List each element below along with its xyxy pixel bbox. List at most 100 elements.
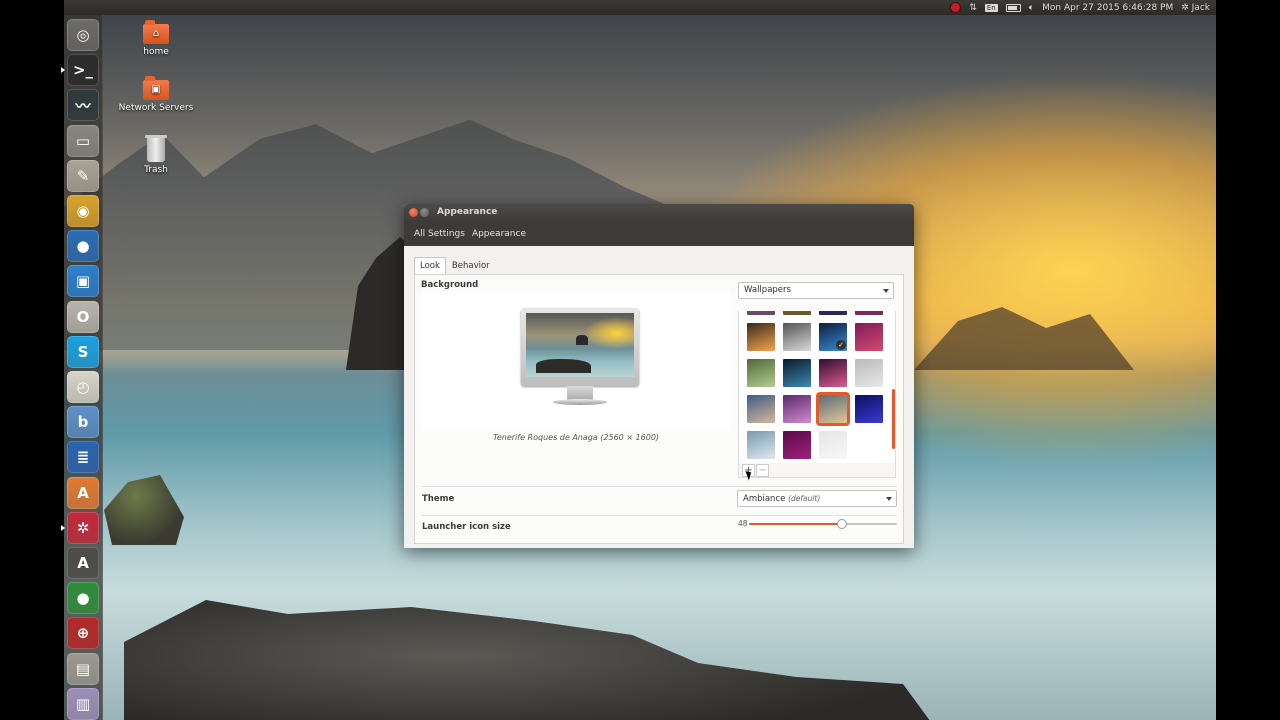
- tab-bar: Look Behavior: [414, 257, 496, 274]
- launcher-files[interactable]: ▭: [67, 124, 99, 157]
- launcher-size-slider[interactable]: [749, 519, 897, 529]
- window-title: Appearance: [437, 207, 498, 217]
- window-content: Look Behavior Background Tenerife Roques…: [404, 246, 914, 548]
- drive-icon: ▤: [75, 659, 91, 678]
- breadcrumb: All Settings Appearance: [404, 222, 914, 246]
- breadcrumb-all-settings[interactable]: All Settings: [412, 226, 467, 242]
- minimize-button[interactable]: [420, 208, 429, 217]
- launcher-globe-app[interactable]: ●: [67, 582, 99, 615]
- b-app-icon: b: [77, 413, 89, 432]
- launcher-drive[interactable]: ▤: [67, 652, 99, 685]
- theme-label: Theme: [422, 494, 455, 504]
- wallpaper-thumbnail[interactable]: ✓: [819, 323, 847, 351]
- wallpaper-thumbnail[interactable]: [819, 311, 847, 315]
- wallpaper-source-select[interactable]: Wallpapers: [738, 282, 894, 299]
- browser-icon: ●: [76, 237, 90, 256]
- wallpaper-thumbnail[interactable]: [855, 311, 883, 315]
- text-editor-icon: ✎: [76, 166, 90, 185]
- launcher-system-monitor[interactable]: 〰: [67, 89, 99, 122]
- trash-icon: [145, 135, 167, 162]
- slider-handle[interactable]: [836, 519, 847, 529]
- home-folder-icon: ⌂: [143, 20, 169, 44]
- launcher-screenshot-tool[interactable]: ⊕: [67, 617, 99, 650]
- wallpaper-thumbnail[interactable]: [855, 359, 883, 387]
- launcher-skype[interactable]: S: [67, 335, 99, 368]
- wallpaper-thumbnail[interactable]: [855, 323, 883, 351]
- launcher: ◎ >_ 〰 ▭ ✎ ◉ ● ▣ O S ◴ b ≣ A ✲ A ● ⊕ ▤ ▥: [61, 15, 103, 720]
- chevron-down-icon: [883, 289, 889, 293]
- wallpaper-foreground-rocks: [124, 600, 944, 720]
- window-titlebar[interactable]: Appearance: [404, 204, 914, 222]
- launcher-remote-desktop[interactable]: ▣: [67, 265, 99, 298]
- theme-default-suffix: (default): [788, 494, 821, 503]
- wallpaper-thumbnail[interactable]: [816, 392, 850, 426]
- wallpaper-thumbnail[interactable]: [783, 431, 811, 459]
- background-label: Background: [421, 280, 479, 290]
- background-preview: [421, 291, 731, 431]
- launcher-terminal[interactable]: >_: [67, 54, 99, 87]
- remote-desktop-icon: ▣: [75, 272, 91, 291]
- screenshot-tool-icon: ⊕: [76, 624, 90, 643]
- wallpaper-mossy-rock: [104, 475, 184, 545]
- wallpaper-thumbnail[interactable]: [783, 395, 811, 423]
- tab-look[interactable]: Look: [414, 257, 446, 274]
- wallpaper-thumbnail[interactable]: [783, 311, 811, 315]
- wallpaper-thumbnail[interactable]: [747, 311, 775, 315]
- terminal-icon: >_: [72, 61, 94, 80]
- launcher-text-editor[interactable]: ✎: [67, 159, 99, 192]
- wallpaper-thumbnail[interactable]: [855, 395, 883, 423]
- launcher-chrome[interactable]: ◉: [67, 195, 99, 227]
- top-panel: ⇅ En 🔈︎ Mon Apr 27 2015 6:46:28 PM ✲ Jac…: [64, 0, 1216, 15]
- wallpaper-far-cliffs: [914, 307, 1134, 370]
- launcher-browser[interactable]: ●: [67, 230, 99, 263]
- document-viewer-icon: ≣: [76, 448, 90, 467]
- breadcrumb-appearance[interactable]: Appearance: [470, 226, 528, 242]
- update-manager-icon: A: [77, 554, 89, 572]
- wallpaper-thumbnail[interactable]: [819, 359, 847, 387]
- desktop-icon-trash[interactable]: Trash: [116, 135, 196, 175]
- keyboard-layout-icon[interactable]: En: [984, 3, 998, 12]
- desktop-icon-network-servers[interactable]: ▣ Network Servers: [116, 76, 196, 113]
- look-panel: Background Tenerife Roques de Anaga (256…: [414, 274, 904, 544]
- wallpaper-thumbnail[interactable]: [747, 395, 775, 423]
- launcher-printer[interactable]: ▥: [67, 687, 99, 720]
- launcher-dash-home[interactable]: ◎: [67, 19, 99, 51]
- wallpaper-thumbnail[interactable]: [783, 323, 811, 351]
- system-settings-icon: ✲: [76, 518, 90, 537]
- opera-icon: O: [76, 307, 90, 326]
- wallpaper-source-value: Wallpapers: [744, 285, 791, 295]
- divider: [421, 515, 897, 516]
- slider-fill: [749, 523, 841, 525]
- wallpaper-thumbnail[interactable]: [819, 431, 847, 459]
- theme-select[interactable]: Ambiance (default): [737, 490, 897, 507]
- remove-wallpaper-button[interactable]: −: [756, 464, 769, 477]
- launcher-clock[interactable]: ◴: [67, 371, 99, 403]
- wallpaper-thumbnail[interactable]: [783, 359, 811, 387]
- desktop-icon-home[interactable]: ⌂ home: [116, 20, 196, 57]
- clock-datetime[interactable]: Mon Apr 27 2015 6:46:28 PM: [1042, 3, 1173, 13]
- launcher-system-settings[interactable]: ✲: [67, 511, 99, 544]
- launcher-size-label: Launcher icon size: [422, 522, 511, 532]
- launcher-software-center[interactable]: A: [67, 476, 99, 509]
- battery-icon[interactable]: [1005, 3, 1021, 12]
- network-folder-icon: ▣: [143, 76, 169, 100]
- theme-value: Ambiance: [743, 494, 786, 504]
- launcher-document-viewer[interactable]: ≣: [67, 441, 99, 474]
- wallpaper-thumbnail[interactable]: [747, 359, 775, 387]
- record-indicator-icon[interactable]: [950, 2, 962, 13]
- chrome-icon: ◉: [76, 202, 90, 220]
- desktop-icon-label: home: [143, 47, 169, 57]
- launcher-b-app[interactable]: b: [67, 406, 99, 439]
- launcher-opera[interactable]: O: [67, 300, 99, 333]
- running-indicator: [61, 67, 65, 74]
- session-menu[interactable]: ✲ Jack: [1181, 3, 1210, 13]
- network-arrows-icon[interactable]: ⇅: [969, 3, 977, 13]
- volume-icon[interactable]: 🔈︎: [1029, 3, 1034, 13]
- tab-behavior[interactable]: Behavior: [446, 257, 496, 274]
- close-button[interactable]: [409, 208, 418, 217]
- wallpaper-thumbnail[interactable]: [747, 431, 775, 459]
- appearance-window: Appearance All Settings Appearance Look …: [404, 204, 914, 548]
- wallpaper-scrollbar[interactable]: [892, 389, 895, 449]
- wallpaper-thumbnail[interactable]: [747, 323, 775, 351]
- launcher-update-manager[interactable]: A: [67, 547, 99, 579]
